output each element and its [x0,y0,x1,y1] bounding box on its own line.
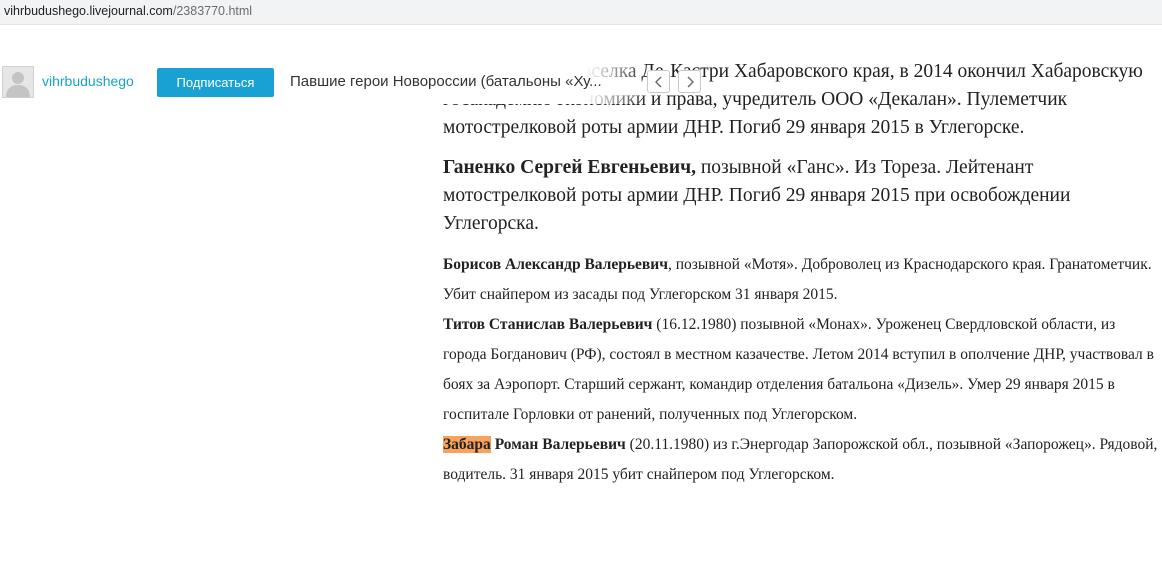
address-bar[interactable]: vihrbudushego.livejournal.com/2383770.ht… [0,0,1162,25]
post-title: Павшие герои Новороссии (батальоны «Ху..… [290,60,650,104]
article-paragraph: Борисов Александр Валерьевич, позывной «… [443,250,1158,310]
article-paragraph: Забара Роман Валерьевич (20.11.1980) из … [443,430,1158,490]
article-paragraph: Титов Станислав Валерьевич (16.12.1980) … [443,310,1158,430]
previous-post-button[interactable] [647,70,670,93]
subscribe-button[interactable]: Подписаться [157,68,274,97]
article-body: Доброволец из поселка Де-Кастри Хабаровс… [443,58,1158,490]
article-paragraph: Ганенко Сергей Евгеньевич, позывной «Ган… [443,154,1158,238]
search-highlight: Забара [443,436,491,453]
username-link[interactable]: vihrbudushego [42,73,134,89]
user-silhouette-icon [6,72,30,97]
avatar[interactable] [2,66,34,98]
person-name: Роман Валерьевич [490,436,626,453]
journal-header: vihrbudushego Подписаться Павшие герои Н… [0,60,1162,104]
chevron-right-icon [687,76,694,87]
person-name: Ганенко Сергей Евгеньевич, [443,157,696,178]
chevron-left-icon [654,76,661,87]
person-name: Титов Станислав Валерьевич [443,316,653,333]
url-domain: vihrbudushego.livejournal.com [4,4,173,18]
next-post-button[interactable] [678,70,701,93]
person-name: Борисов Александр Валерьевич [443,256,668,273]
url-path: /2383770.html [172,4,253,18]
